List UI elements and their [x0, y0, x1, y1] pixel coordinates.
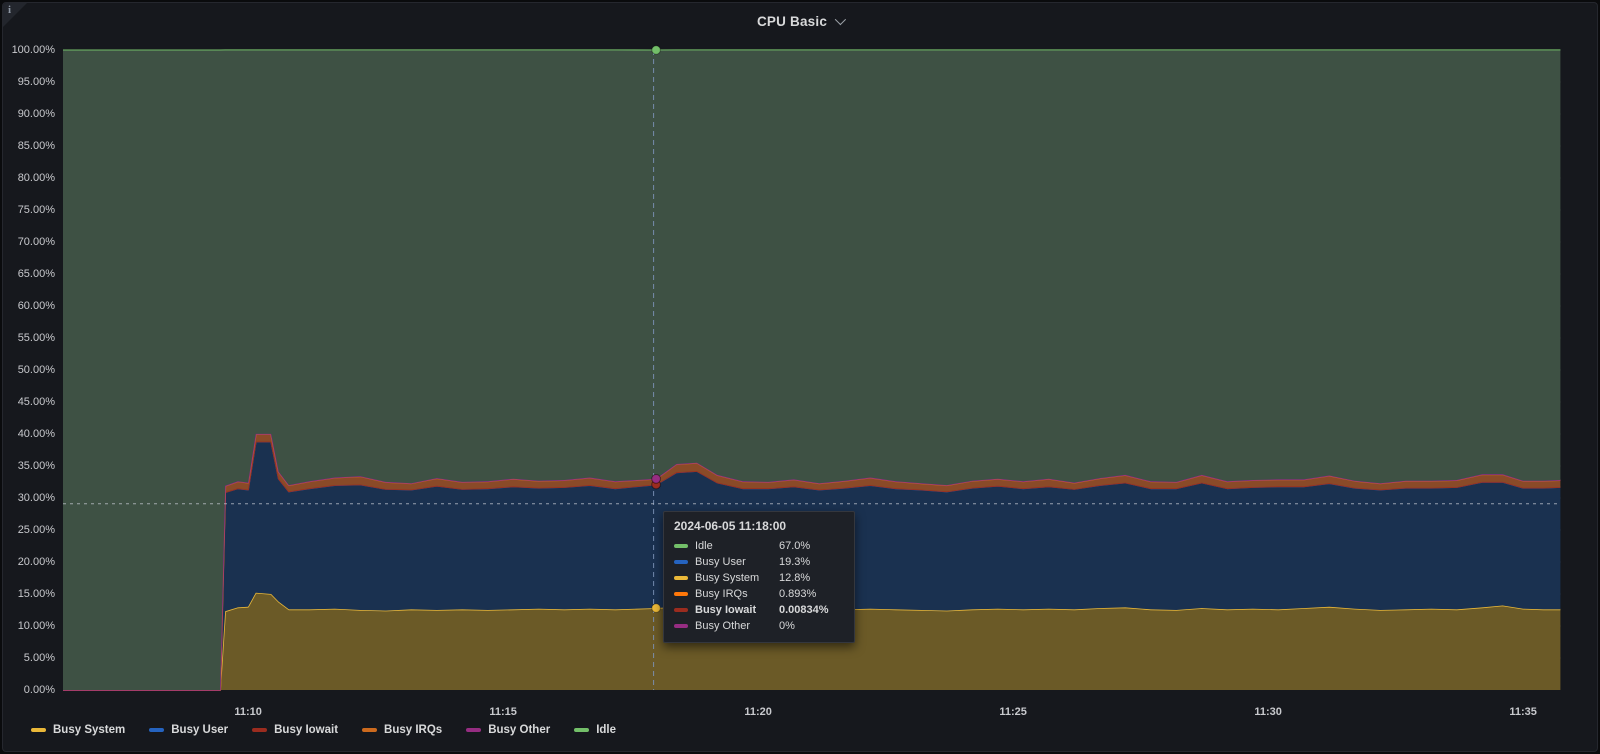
tooltip-series-name: Busy Iowait — [695, 604, 757, 616]
y-axis-tick-label: 10.00% — [17, 620, 55, 632]
y-axis-tick-label: 65.00% — [17, 268, 55, 280]
legend-label: Busy Other — [488, 724, 551, 736]
panel-info-corner[interactable]: i — [3, 3, 27, 27]
series-color-icon — [674, 624, 688, 628]
tooltip-series-name: Busy IRQs — [695, 588, 748, 600]
hover-tooltip: 2024-06-05 11:18:00 Idle 67.0% Busy User 19… — [663, 511, 855, 643]
legend-item-busy-system[interactable]: Busy System — [31, 724, 125, 736]
series-color-icon — [362, 728, 378, 732]
series-color-icon — [674, 560, 688, 564]
y-axis-tick-label: 20.00% — [17, 556, 55, 568]
series-color-icon — [574, 728, 590, 732]
y-axis-tick-label: 50.00% — [17, 364, 55, 376]
y-axis-tick-label: 55.00% — [17, 332, 55, 344]
legend-item-idle[interactable]: Idle — [574, 724, 616, 736]
legend-label: Busy Iowait — [274, 724, 339, 736]
chevron-down-icon — [834, 13, 847, 26]
y-axis-tick-label: 35.00% — [17, 460, 55, 472]
y-axis-tick-label: 75.00% — [17, 204, 55, 216]
y-axis-tick-label: 90.00% — [17, 108, 55, 120]
tooltip-timestamp: 2024-06-05 11:18:00 — [674, 519, 787, 533]
series-color-icon — [149, 728, 165, 732]
series-color-icon — [31, 728, 46, 732]
y-axis-tick-label: 40.00% — [17, 428, 55, 440]
legend-item-busy-user[interactable]: Busy User — [149, 724, 228, 736]
series-color-icon — [466, 728, 482, 732]
tooltip-row: Busy Other 0% — [674, 618, 844, 634]
panel-title: CPU Basic — [756, 13, 828, 29]
tooltip-row: Busy Iowait 0.00834% — [674, 602, 844, 618]
y-axis-tick-label: 100.00% — [11, 44, 55, 56]
cpu-basic-panel: i CPU Basic 100.00% 95.00% 90.00% 85.00% 80.… — [2, 2, 1598, 752]
y-axis-tick-label: 85.00% — [17, 140, 55, 152]
x-axis-tick-label: 11:10 — [234, 706, 262, 718]
grafana-panel-screenshot: i CPU Basic 100.00% 95.00% 90.00% 85.00% 80.… — [0, 0, 1600, 754]
panel-header[interactable]: CPU Basic — [3, 3, 1597, 39]
tooltip-series-value: 12.8% — [779, 572, 811, 584]
tooltip-series-name: Busy Other — [695, 620, 751, 632]
y-axis-tick-label: 5.00% — [23, 652, 55, 664]
tooltip-row: Busy System 12.8% — [674, 570, 844, 586]
tooltip-series-value: 19.3% — [779, 556, 811, 568]
legend-label: Busy User — [171, 724, 229, 736]
x-axis-tick-label: 11:15 — [489, 706, 517, 718]
x-axis-tick-label: 11:20 — [744, 706, 772, 718]
tooltip-row: Idle 67.0% — [674, 538, 844, 554]
y-axis-tick-label: 80.00% — [17, 172, 55, 184]
y-axis-tick-label: 70.00% — [17, 236, 55, 248]
x-axis-tick-label: 11:25 — [999, 706, 1027, 718]
series-color-icon — [252, 728, 268, 732]
tooltip-series-value: 0.893% — [779, 588, 817, 600]
y-axis-tick-label: 0.00% — [23, 684, 55, 696]
y-axis-tick-label: 30.00% — [17, 492, 55, 504]
legend-item-busy-other[interactable]: Busy Other — [466, 724, 550, 736]
y-axis-tick-label: 95.00% — [17, 76, 55, 88]
x-axis-tick-label: 11:35 — [1509, 706, 1537, 718]
tooltip-series-value: 0% — [779, 620, 795, 632]
info-icon: i — [8, 4, 12, 16]
legend-item-busy-iowait[interactable]: Busy Iowait — [252, 724, 338, 736]
y-axis-tick-label: 25.00% — [17, 524, 55, 536]
legend-item-busy-irqs[interactable]: Busy IRQs — [362, 724, 442, 736]
y-axis-tick-label: 15.00% — [17, 588, 55, 600]
legend: Busy System Busy User Busy Iowait Busy IRQs… — [31, 724, 616, 736]
series-color-icon — [674, 576, 688, 580]
legend-label: Idle — [596, 724, 617, 736]
series-color-icon — [674, 592, 688, 596]
tooltip-series-name: Idle — [695, 540, 713, 552]
x-axis-tick-label: 11:30 — [1254, 706, 1282, 718]
series-color-icon — [674, 544, 688, 548]
tooltip-series-name: Busy User — [695, 556, 746, 568]
tooltip-row: Busy IRQs 0.893% — [674, 586, 844, 602]
tooltip-series-value: 67.0% — [779, 540, 811, 552]
tooltip-series-value: 0.00834% — [779, 604, 829, 616]
tooltip-series-name: Busy System — [695, 572, 760, 584]
legend-label: Busy IRQs — [384, 724, 443, 736]
legend-label: Busy System — [53, 724, 126, 736]
y-axis-tick-label: 45.00% — [17, 396, 55, 408]
series-color-icon — [674, 608, 688, 612]
y-axis-tick-label: 60.00% — [17, 300, 55, 312]
tooltip-row: Busy User 19.3% — [674, 554, 844, 570]
